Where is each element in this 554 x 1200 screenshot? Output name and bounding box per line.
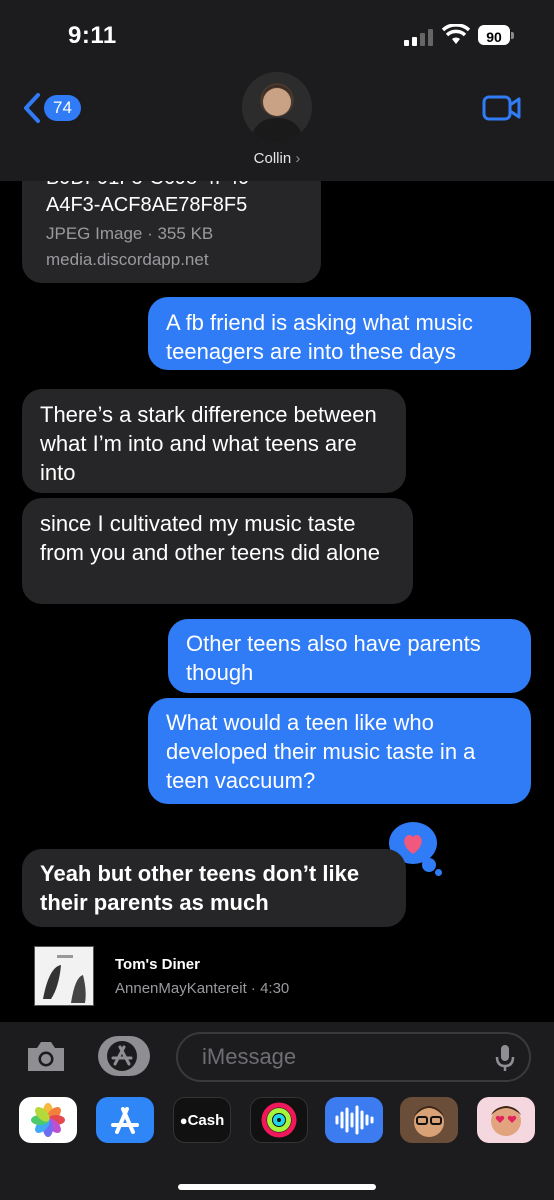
outgoing-message[interactable]: What would a teen like who developed the… — [148, 698, 531, 804]
apple-logo-icon: ● — [179, 1112, 188, 1128]
microphone-icon — [495, 1045, 515, 1071]
song-title: Tom's Diner — [115, 956, 200, 973]
status-bar: 9:11 90 — [0, 0, 554, 70]
camera-icon — [28, 1042, 64, 1071]
memoji-stickers-app-button[interactable] — [477, 1097, 535, 1143]
album-artwork — [34, 946, 94, 1006]
app-store-logo-icon — [111, 1107, 139, 1134]
attachment-bubble[interactable]: B9DF91F5-C698-4F49- A4F3-ACF8AE78F8F5 JP… — [22, 181, 321, 283]
tapback-tail-small — [435, 869, 442, 876]
dictation-button[interactable] — [495, 1044, 515, 1077]
video-camera-icon — [482, 95, 521, 121]
incoming-message[interactable]: There’s a stark difference between what … — [22, 389, 406, 493]
outgoing-message[interactable]: A fb friend is asking what music teenage… — [148, 297, 531, 370]
attachment-source: media.discordapp.net — [46, 250, 209, 269]
chevron-left-icon — [24, 93, 40, 123]
song-artist-duration: AnnenMayKantereit · 4:30 — [115, 980, 290, 997]
tapback-tail — [422, 858, 436, 872]
memoji-app-button[interactable] — [400, 1097, 458, 1143]
battery-level: 90 — [478, 25, 510, 45]
outgoing-message[interactable]: Other teens also have parents though — [168, 619, 531, 693]
imessage-placeholder: iMessage — [202, 1044, 297, 1069]
app-store-button[interactable] — [98, 1036, 150, 1076]
memoji-face-icon — [414, 1106, 444, 1137]
apple-cash-label: Cash — [187, 1111, 225, 1129]
contact-name: Collin — [253, 150, 292, 167]
audio-message-app-button[interactable] — [325, 1097, 383, 1143]
photos-icon — [31, 1103, 65, 1137]
incoming-message[interactable]: Yeah but other teens don’t like their pa… — [22, 849, 406, 927]
activity-rings-icon — [261, 1102, 297, 1138]
app-store-icon — [107, 1041, 137, 1071]
wifi-icon — [441, 23, 471, 51]
chevron-right-icon: › — [295, 150, 301, 167]
waveform-icon — [335, 1105, 374, 1135]
photos-app-button[interactable] — [19, 1097, 77, 1143]
unread-count-badge: 74 — [44, 95, 81, 121]
apple-cash-app-button[interactable]: ● Cash — [173, 1097, 231, 1143]
activity-app-button[interactable] — [250, 1097, 308, 1143]
facetime-video-button[interactable] — [482, 95, 522, 126]
app-store-app-button[interactable] — [96, 1097, 154, 1143]
memoji-sticker-icon — [491, 1106, 521, 1136]
status-time: 9:11 — [68, 22, 117, 49]
contact-avatar[interactable] — [242, 72, 312, 142]
battery-tip — [511, 32, 514, 39]
home-indicator[interactable] — [178, 1184, 376, 1190]
attachment-filename: B9DF91F5-C698-4F49- A4F3-ACF8AE78F8F5 — [46, 181, 256, 216]
incoming-message[interactable]: since I cultivated my music taste from y… — [22, 498, 413, 604]
back-button[interactable]: 74 — [22, 92, 81, 124]
cellular-signal-icon — [404, 28, 433, 46]
imessage-input[interactable]: iMessage — [176, 1032, 531, 1082]
attachment-type-size: JPEG Image · 355 KB — [46, 224, 214, 243]
contact-name-link[interactable]: Collin › — [0, 150, 554, 167]
camera-button[interactable] — [24, 1038, 68, 1079]
